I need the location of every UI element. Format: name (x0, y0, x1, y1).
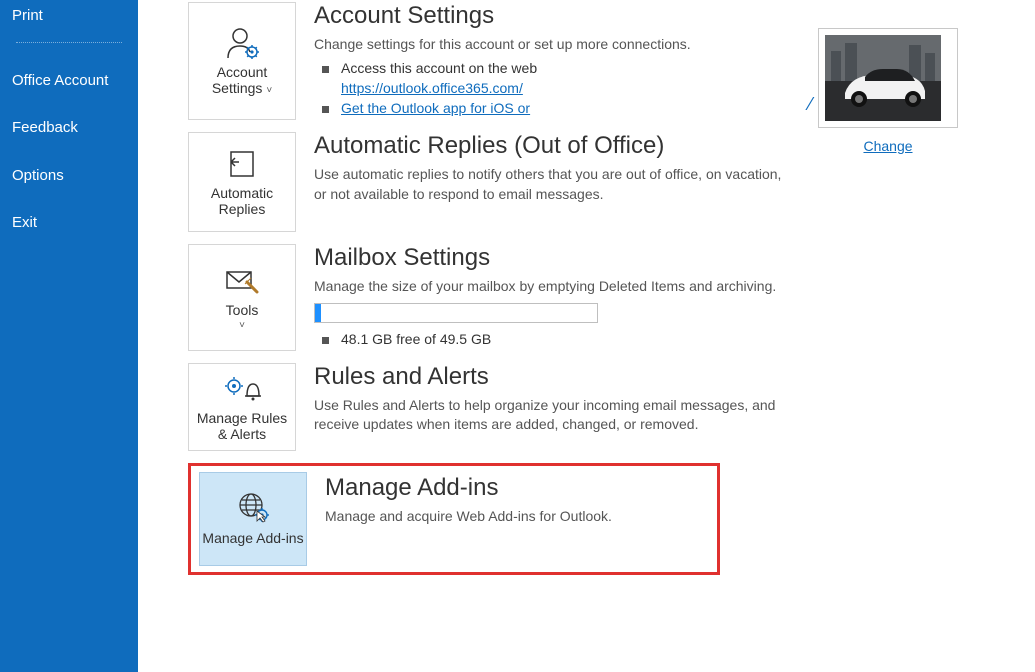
sidebar: Print Office Account Feedback Options Ex… (0, 0, 138, 672)
reply-icon (225, 147, 259, 181)
mailbox-free-text: 48.1 GB free of 49.5 GB (341, 331, 491, 347)
mailbox-quota-bar (314, 303, 598, 323)
account-web-access-text: Access this account on the web (341, 60, 537, 76)
mailbox-settings-section: Tools ˅ Mailbox Settings Manage the size… (188, 244, 1015, 350)
rules-alerts-tile-label: Manage Rules & Alerts (193, 410, 291, 442)
change-image-link[interactable]: Change (863, 138, 912, 154)
chevron-down-icon: ˅ (239, 320, 245, 332)
bullet-icon (322, 106, 329, 113)
mailbox-quota-fill (315, 304, 321, 322)
nav-options[interactable]: Options (0, 156, 138, 196)
account-settings-tile-label: Account Settings ˅ (193, 64, 291, 97)
chevron-down-icon: ˅ (266, 85, 272, 96)
account-image (825, 35, 941, 121)
manage-addins-tile[interactable]: Manage Add-ins (199, 472, 307, 566)
manage-addins-desc: Manage and acquire Web Add-ins for Outlo… (325, 507, 709, 527)
stray-divider-glyph: ⁄ (809, 94, 812, 115)
rules-alerts-tile[interactable]: Manage Rules & Alerts (188, 363, 296, 451)
automatic-replies-desc: Use automatic replies to notify others t… (314, 165, 794, 204)
tools-tile-label: Tools (226, 302, 259, 318)
tools-tile[interactable]: Tools ˅ (188, 244, 296, 350)
globe-gear-icon (235, 491, 271, 526)
account-settings-title: Account Settings (314, 2, 1015, 31)
mailbox-settings-desc: Manage the size of your mailbox by empty… (314, 277, 794, 297)
rules-alerts-section: Manage Rules & Alerts Rules and Alerts U… (188, 363, 1015, 451)
main-content: ⁄ (138, 0, 1035, 672)
manage-addins-tile-label: Manage Add-ins (202, 530, 303, 546)
automatic-replies-tile[interactable]: Automatic Replies (188, 132, 296, 232)
bullet-icon (322, 337, 329, 344)
car-illustration-icon (825, 35, 941, 121)
account-settings-tile[interactable]: Account Settings ˅ (188, 2, 296, 120)
gear-bell-icon (223, 372, 261, 406)
sidebar-separator (16, 42, 122, 43)
automatic-replies-tile-label: Automatic Replies (193, 185, 291, 217)
nav-exit[interactable]: Exit (0, 203, 138, 243)
mailbox-settings-title: Mailbox Settings (314, 244, 1015, 273)
rules-alerts-desc: Use Rules and Alerts to help organize yo… (314, 396, 824, 435)
bullet-icon (322, 66, 329, 73)
nav-print[interactable]: Print (0, 0, 138, 36)
account-image-block: Change (818, 28, 958, 154)
envelope-clean-icon (225, 264, 259, 298)
manage-addins-highlight: Manage Add-ins Manage Add-ins Manage and… (188, 463, 720, 575)
nav-office-account[interactable]: Office Account (0, 61, 138, 101)
outlook-web-link[interactable]: https://outlook.office365.com/ (341, 80, 523, 96)
rules-alerts-title: Rules and Alerts (314, 363, 1015, 392)
account-image-frame (818, 28, 958, 128)
account-settings-desc: Change settings for this account or set … (314, 35, 794, 55)
manage-addins-title: Manage Add-ins (325, 474, 709, 503)
outlook-app-link[interactable]: Get the Outlook app for iOS or (341, 100, 530, 116)
user-gear-icon (224, 26, 260, 60)
nav-feedback[interactable]: Feedback (0, 108, 138, 148)
